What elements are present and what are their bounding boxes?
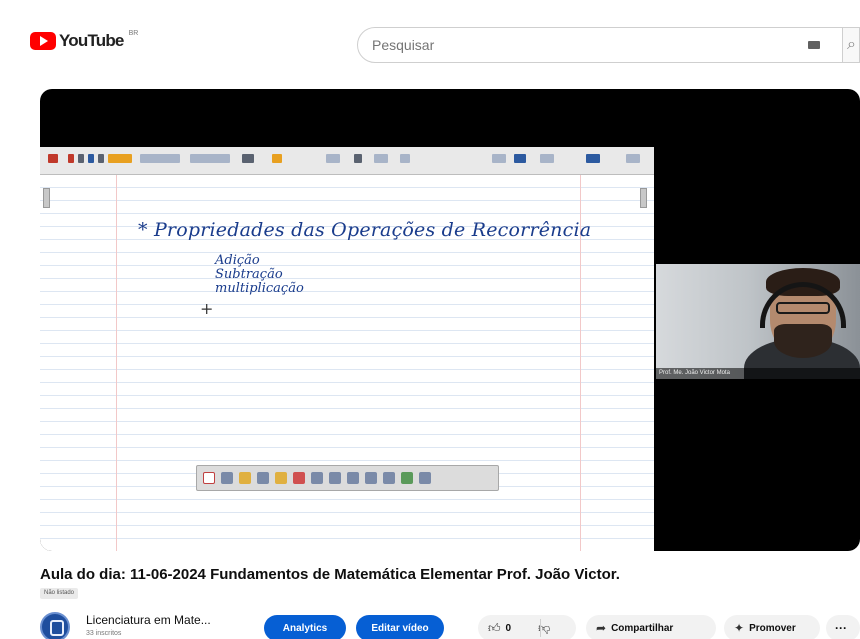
shape-icon: [293, 472, 305, 484]
video-player[interactable]: * Propriedades das Operações de Recorrên…: [40, 89, 860, 551]
like-divider: [540, 619, 541, 637]
black-color-icon: [78, 154, 84, 163]
pen-tool-icon: [48, 154, 58, 163]
youtube-play-icon: [30, 32, 56, 50]
left-margin-line: [116, 175, 117, 551]
board-item-3: multiplicação: [215, 281, 304, 296]
search-icon: ⌕: [847, 36, 856, 53]
visibility-badge: Não listado: [40, 588, 79, 599]
logo-text: YouTube: [59, 31, 124, 50]
more-actions-button[interactable]: ···: [826, 615, 860, 639]
presenter-beard: [774, 324, 832, 358]
channel-avatar[interactable]: [40, 612, 70, 639]
text-icon: [383, 472, 395, 484]
promote-label: Promover: [749, 622, 796, 634]
line-width-icon: [140, 154, 180, 163]
shape-tools-icon: [190, 154, 230, 163]
grid-icon: [400, 154, 410, 163]
zoom-in-icon: [311, 472, 323, 484]
left-scroll-handle: [43, 188, 50, 208]
zoom-out-icon: [329, 472, 341, 484]
page-icon: [326, 154, 340, 163]
arrow-icon: [365, 472, 377, 484]
eraser-icon: [272, 154, 282, 163]
analytics-button[interactable]: Analytics: [264, 615, 346, 639]
subscriber-count: 33 inscritos: [86, 630, 122, 637]
webcam-name-label: Prof. Me. João Victor Mota: [656, 368, 860, 379]
right-scroll-handle: [640, 188, 647, 208]
drawing-toolbar: [196, 465, 499, 491]
promote-icon: ✦: [734, 621, 745, 635]
screen-icon: [492, 154, 506, 163]
pencil-icon: [221, 472, 233, 484]
search-box: [357, 27, 843, 63]
youtube-logo[interactable]: YouTube BR: [30, 29, 139, 51]
masthead: YouTube BR ⌕: [0, 0, 860, 80]
eraser-tool-icon: [275, 472, 287, 484]
keyboard-icon[interactable]: [808, 41, 820, 49]
webcam-overlay: Prof. Me. João Victor Mota: [656, 264, 860, 379]
image-icon: [242, 154, 254, 163]
projector-icon: [586, 154, 600, 163]
background-icon: [401, 472, 413, 484]
youtube-watch-page: YouTube BR ⌕: [0, 0, 860, 639]
search-input[interactable]: [372, 37, 792, 53]
search-button[interactable]: ⌕: [843, 27, 860, 63]
doc-icon: [354, 154, 362, 163]
menu-icon: [626, 154, 640, 163]
whiteboard-screen: * Propriedades das Operações de Recorrên…: [40, 147, 654, 551]
video-title: Aula do dia: 11-06-2024 Fundamentos de M…: [40, 566, 620, 583]
highlighter-icon: [108, 154, 132, 163]
pointer-icon: [257, 472, 269, 484]
more-icon: ···: [835, 621, 847, 635]
logo-country-code: BR: [128, 29, 139, 37]
blue-color-icon: [88, 154, 94, 163]
like-dislike-group: 👍︎ 0 👎︎: [478, 615, 576, 639]
channel-name[interactable]: Licenciatura em Mate...: [86, 613, 211, 627]
red-color-icon: [68, 154, 74, 163]
share-icon: ➦: [596, 621, 607, 635]
like-icon[interactable]: 👍︎: [488, 621, 501, 636]
board-item-1: Adição: [215, 253, 260, 268]
pen-icon: [203, 472, 215, 484]
board-item-2: Subtração: [215, 267, 283, 282]
marker-icon: [239, 472, 251, 484]
board-heading: * Propriedades das Operações de Recorrên…: [138, 219, 592, 241]
board-cursor: +: [200, 299, 214, 318]
promote-button[interactable]: ✦ Promover: [724, 615, 820, 639]
edit-video-button[interactable]: Editar vídeo: [356, 615, 444, 639]
share-label: Compartilhar: [611, 622, 674, 634]
pages-icon: [374, 154, 388, 163]
share-button[interactable]: ➦ Compartilhar: [586, 615, 716, 639]
whiteboard-app-toolbar: [40, 147, 654, 175]
minimize-icon: [419, 472, 431, 484]
line-icon: [347, 472, 359, 484]
globe-icon: [514, 154, 526, 163]
dark-color-icon: [98, 154, 104, 163]
like-count[interactable]: 0: [506, 623, 512, 634]
folder-icon: [540, 154, 554, 163]
